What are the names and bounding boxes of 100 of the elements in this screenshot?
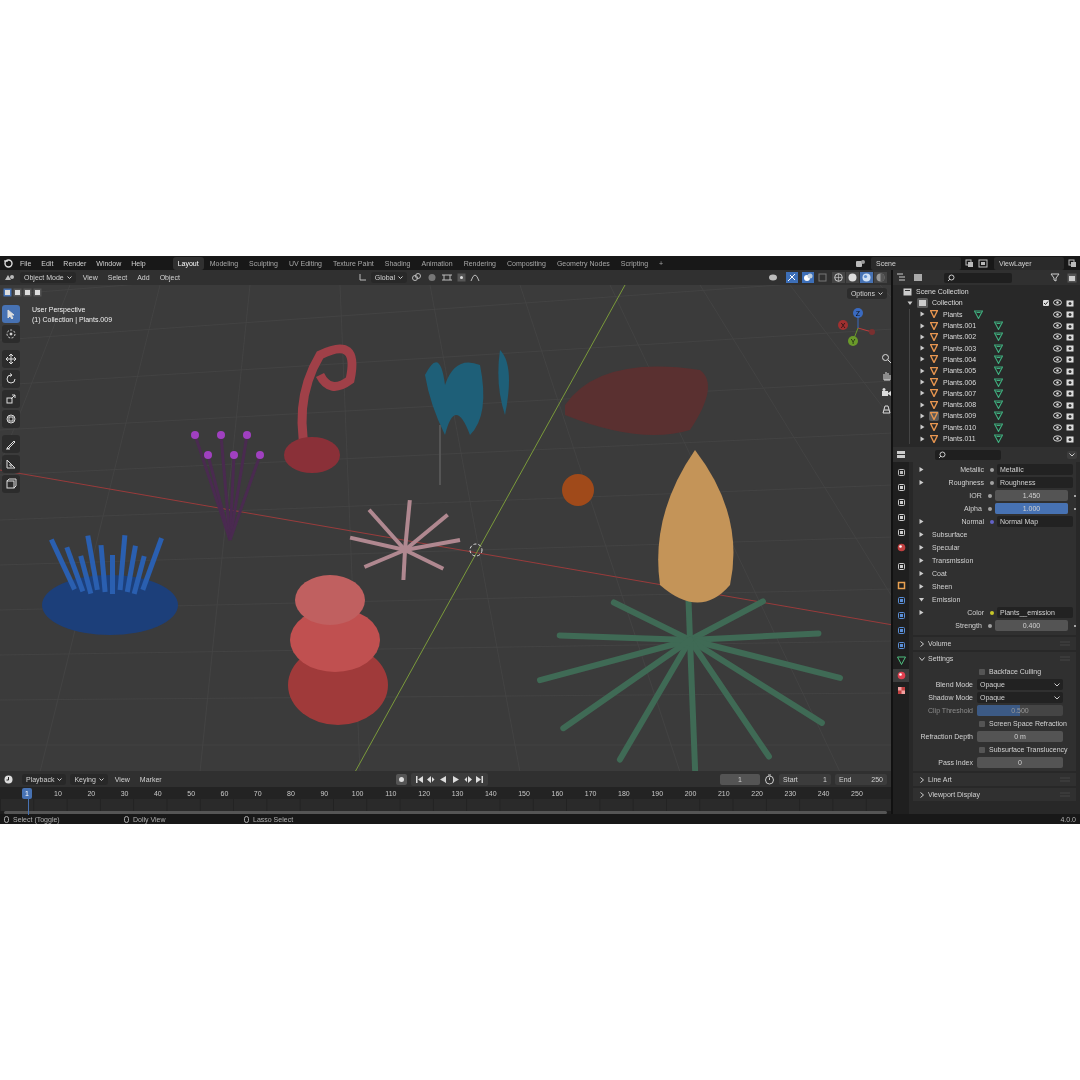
mesh-data-icon[interactable]: [974, 309, 984, 319]
mesh-data-icon[interactable]: [994, 422, 1004, 432]
camera-icon[interactable]: [1066, 400, 1074, 409]
play-reverse-icon[interactable]: [439, 774, 449, 784]
mesh-data-icon[interactable]: [994, 366, 1004, 376]
camera-icon[interactable]: [1066, 298, 1074, 307]
checkbox[interactable]: [979, 668, 985, 675]
eye-icon[interactable]: [1053, 401, 1062, 409]
expand-arrow-icon[interactable]: [919, 558, 924, 563]
eye-icon[interactable]: [1053, 435, 1062, 442]
selection-mode-icon[interactable]: [3, 288, 12, 297]
tool-button[interactable]: [2, 455, 20, 473]
checkbox[interactable]: [979, 720, 985, 727]
eye-icon[interactable]: [1053, 310, 1062, 318]
object-item-icon[interactable]: [929, 331, 939, 342]
object-item-icon[interactable]: [929, 399, 939, 410]
snap-icon[interactable]: [427, 273, 437, 282]
eye-icon[interactable]: [1053, 412, 1062, 420]
expand-arrow-icon[interactable]: [919, 571, 924, 576]
object-item-icon[interactable]: [929, 410, 939, 421]
search-field[interactable]: [944, 272, 1012, 283]
selection-mode-icon[interactable]: [23, 288, 32, 297]
object-item-icon[interactable]: [929, 377, 939, 387]
falloff-curve-icon[interactable]: [470, 273, 480, 282]
eye-icon[interactable]: [1053, 378, 1062, 386]
camera-icon[interactable]: [1066, 423, 1074, 432]
expand-arrow-icon[interactable]: [919, 480, 924, 485]
proportional-edit-icon[interactable]: [457, 273, 466, 282]
object-item-icon[interactable]: [929, 433, 939, 444]
checkbox[interactable]: [979, 746, 985, 753]
mesh-data-icon[interactable]: [993, 434, 1003, 443]
tool-button[interactable]: [2, 410, 20, 428]
tool-button[interactable]: [2, 305, 20, 323]
selection-mode-icon[interactable]: [33, 288, 42, 297]
view-layer-icon[interactable]: [978, 258, 990, 268]
expand-arrow-icon[interactable]: [919, 545, 924, 550]
socket-dot[interactable]: [987, 506, 992, 511]
camera-icon[interactable]: [1066, 310, 1074, 319]
scene-icon[interactable]: [855, 258, 867, 268]
eye-icon[interactable]: [1053, 333, 1062, 341]
properties-tab[interactable]: [893, 669, 909, 682]
expand-arrow-icon[interactable]: [919, 610, 924, 615]
expand-arrow-icon[interactable]: [919, 519, 924, 524]
copy-icon[interactable]: [965, 258, 974, 268]
jump-end-icon[interactable]: [475, 774, 485, 784]
zoom-icon[interactable]: [881, 353, 891, 364]
tool-button[interactable]: [2, 435, 20, 453]
camera-icon[interactable]: [1066, 355, 1074, 364]
tool-button[interactable]: [2, 350, 20, 368]
camera-icon[interactable]: [1066, 389, 1074, 398]
eye-icon[interactable]: [1053, 389, 1062, 397]
eye-icon[interactable]: [1053, 367, 1062, 375]
editor-type-icon[interactable]: [4, 273, 16, 282]
blender-logo-icon[interactable]: [3, 258, 13, 268]
object-item-icon[interactable]: [929, 320, 939, 331]
socket-dot[interactable]: [987, 493, 992, 498]
record-button[interactable]: [396, 773, 408, 785]
camera-icon[interactable]: [1066, 434, 1074, 443]
camera-icon[interactable]: [1066, 321, 1074, 330]
next-key-icon[interactable]: [463, 774, 473, 784]
object-item-icon[interactable]: [929, 388, 939, 399]
eye-icon[interactable]: [1053, 423, 1062, 431]
axis-icon[interactable]: [357, 273, 367, 282]
camera-icon[interactable]: [1066, 332, 1074, 341]
mesh-data-icon[interactable]: [994, 400, 1004, 410]
object-item-icon[interactable]: [929, 422, 939, 433]
mesh-data-icon[interactable]: [994, 332, 1004, 342]
copy-icon[interactable]: [1068, 258, 1077, 268]
expand-arrow-icon[interactable]: [919, 532, 924, 537]
jump-start-icon[interactable]: [415, 774, 425, 784]
search-field[interactable]: [935, 449, 1001, 460]
mesh-data-icon[interactable]: [994, 377, 1004, 387]
object-item-icon[interactable]: [929, 354, 939, 365]
scrollbar[interactable]: [4, 811, 887, 814]
mesh-data-icon[interactable]: [994, 321, 1004, 331]
camera-icon[interactable]: [881, 387, 891, 398]
eye-icon[interactable]: [1053, 355, 1062, 363]
socket-dot[interactable]: [990, 519, 994, 524]
expand-arrow-icon[interactable]: [919, 467, 924, 472]
link-icon[interactable]: [411, 273, 423, 282]
options-dropdown[interactable]: [1067, 450, 1077, 459]
object-item-icon[interactable]: [929, 343, 939, 354]
socket-dot[interactable]: [990, 610, 994, 615]
mesh-data-icon[interactable]: [994, 354, 1004, 364]
hand-icon[interactable]: [881, 370, 891, 381]
shading-mode-button[interactable]: [846, 272, 859, 283]
shading-mode-button[interactable]: [860, 272, 873, 283]
socket-dot[interactable]: [990, 467, 994, 472]
camera-icon[interactable]: [1066, 344, 1074, 353]
tool-button[interactable]: [2, 370, 20, 388]
tool-button[interactable]: [2, 475, 20, 493]
camera-icon[interactable]: [1066, 366, 1074, 375]
overlay-toggle-icon[interactable]: [802, 272, 814, 283]
camera-icon[interactable]: [1066, 411, 1074, 420]
mesh-data-icon[interactable]: [994, 411, 1004, 421]
object-item-icon[interactable]: [929, 309, 939, 320]
expand-arrow-icon[interactable]: [919, 597, 924, 602]
new-collection-icon[interactable]: [1067, 272, 1077, 283]
gizmo-toggle-icon[interactable]: [786, 272, 798, 283]
shading-mode-button[interactable]: [874, 272, 887, 283]
